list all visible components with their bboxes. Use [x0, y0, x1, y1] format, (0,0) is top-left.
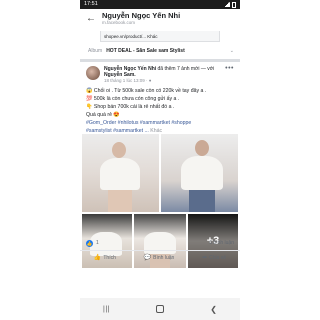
page-subtitle: m.facebook.com [102, 20, 136, 25]
status-bar: 17:51 [80, 0, 240, 9]
page-title: Nguyễn Ngọc Yến Nhi [102, 11, 181, 20]
nav-back-icon[interactable]: ❮ [210, 305, 217, 314]
post-line: 👇 Shop bán 700k cái là rẻ nhất đó a . [86, 104, 175, 110]
battery-icon [232, 1, 236, 8]
share-label: Chia sẻ [209, 254, 227, 261]
home-icon[interactable] [156, 305, 165, 313]
comment-button[interactable]: 💬 Bình luận [143, 254, 175, 262]
like-button[interactable]: 👍 Thích [93, 254, 116, 262]
more-options-icon[interactable]: ••• [225, 65, 234, 72]
post-photo[interactable] [82, 134, 159, 212]
like-reaction-icon: 👍 [86, 239, 93, 247]
share-button[interactable]: ➦ Chia sẻ [202, 254, 227, 262]
album-name: HOT DEAL - Săn Sale sam Stylist [106, 48, 185, 54]
comment-icon: 💬 [143, 255, 152, 261]
link-preview[interactable]: shopee.vn/product/... Khác [100, 31, 220, 42]
like-label: Thích [103, 254, 116, 261]
album-row[interactable]: Album HOT DEAL - Săn Sale sam Stylist ⌄ [80, 46, 240, 56]
post-photo[interactable] [161, 134, 238, 212]
comment-label: Bình luận [153, 254, 175, 261]
reactions-bar: 👍 1 6 bình luận [80, 238, 240, 248]
signal-icon [224, 2, 230, 7]
app-bar: ← Nguyễn Ngọc Yến Nhi m.facebook.com [80, 9, 240, 29]
share-icon: ➦ [202, 255, 208, 261]
back-arrow-icon[interactable]: ← [86, 14, 98, 24]
android-nav-bar: ||| ❮ [80, 298, 240, 320]
post-line: 💯 500k là còn chưa cón công gửi ấy a . [86, 96, 180, 102]
recent-apps-icon[interactable]: ||| [103, 306, 110, 313]
post-meta: 18 tháng 1 lúc 13:09 · ● [104, 78, 152, 83]
chevron-down-icon[interactable]: ⌄ [230, 48, 234, 54]
post-line: 😱 Chối oi . Từ 500k sale còn có 220k về … [86, 88, 207, 94]
thumbs-up-icon: 👍 [93, 255, 102, 261]
avatar[interactable] [86, 66, 100, 80]
album-label: Album [88, 48, 103, 54]
post-line: Quá quá rẻ 😍 [86, 112, 120, 118]
link-url: shopee.vn/product/... [104, 34, 147, 39]
phone-screen: 17:51 ← Nguyễn Ngọc Yến Nhi m.facebook.c… [80, 0, 240, 320]
post-action: đã thêm 7 ảnh mới — với [157, 66, 215, 72]
post-hashtags[interactable]: #Gom_Order #nhilotus #sammartket #shoppe [86, 119, 234, 127]
reaction-count[interactable]: 1 [96, 240, 99, 246]
link-more: Khác [147, 34, 158, 39]
post-actions: 👍 Thích 💬 Bình luận ➦ Chia sẻ [80, 250, 240, 264]
post-body: 😱 Chối oi . Từ 500k sale còn có 220k về … [80, 84, 240, 135]
comment-count[interactable]: 6 bình luận [209, 240, 234, 246]
status-time: 17:51 [84, 1, 98, 7]
post-header: Nguyễn Ngọc Yến Nhi đã thêm 7 ảnh mới — … [80, 62, 240, 84]
